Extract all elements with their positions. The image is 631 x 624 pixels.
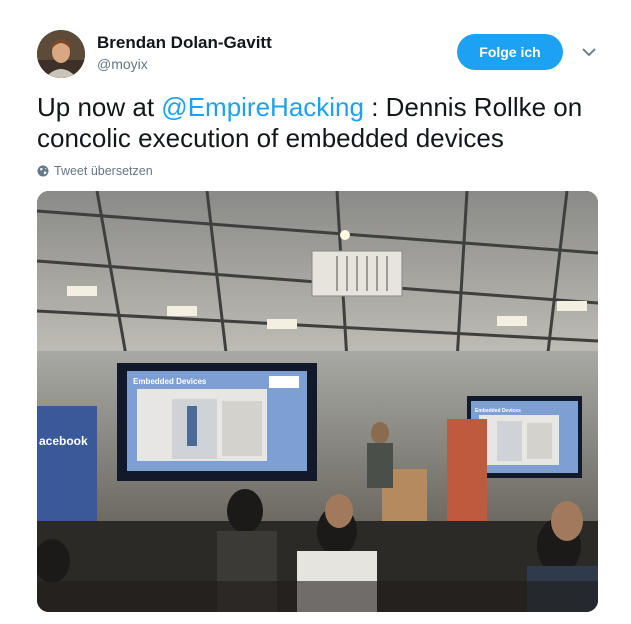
translate-label: Tweet übersetzen — [54, 164, 153, 178]
tweet-text: Up now at @EmpireHacking : Dennis Rollke… — [37, 92, 607, 154]
author-name[interactable]: Brendan Dolan-Gavitt — [97, 33, 272, 53]
banner-text: acebook — [39, 434, 88, 448]
author-handle[interactable]: @moyix — [97, 56, 148, 72]
globe-icon — [37, 165, 49, 177]
mention-link[interactable]: @EmpireHacking — [161, 92, 364, 122]
avatar[interactable] — [37, 30, 85, 78]
tweet-text-prefix: Up now at — [37, 92, 162, 122]
conference-photo: Embedded Devices Embedded Devices aceboo… — [37, 191, 598, 612]
follow-button[interactable]: Folge ich — [457, 34, 563, 70]
avatar-image — [37, 30, 85, 78]
slide-title-right: Embedded Devices — [475, 408, 521, 414]
chevron-down-icon[interactable] — [579, 42, 599, 62]
translate-link[interactable]: Tweet übersetzen — [37, 164, 153, 178]
tweet-photo[interactable]: Embedded Devices Embedded Devices aceboo… — [37, 191, 598, 612]
slide-title-left: Embedded Devices — [133, 377, 207, 386]
